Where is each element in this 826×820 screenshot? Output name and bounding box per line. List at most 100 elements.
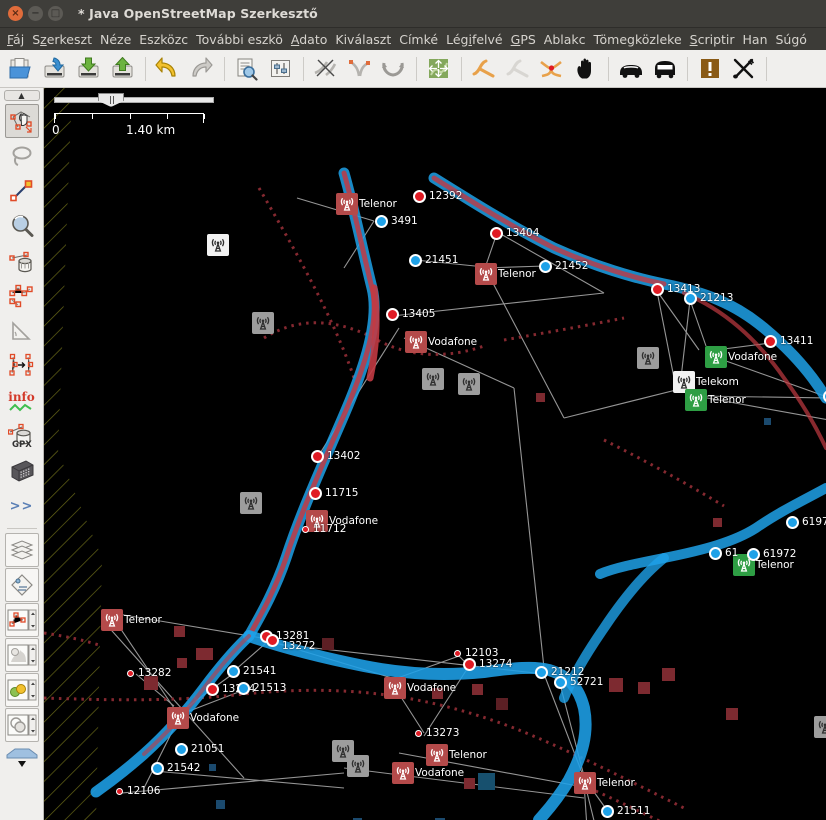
join-node-icon[interactable] xyxy=(535,53,569,85)
select-tool-button[interactable] xyxy=(5,104,39,138)
map-node[interactable] xyxy=(206,683,219,696)
save-icon[interactable] xyxy=(72,53,106,85)
draw-node-tool-button[interactable] xyxy=(5,174,39,208)
map-node[interactable] xyxy=(684,292,697,305)
map-node[interactable] xyxy=(554,676,567,689)
menu-item-l-gifelv-[interactable]: Légifelvé xyxy=(442,31,507,48)
minimize-window-button[interactable]: − xyxy=(28,6,43,21)
map-node[interactable] xyxy=(535,666,548,679)
map-node[interactable] xyxy=(786,516,799,529)
building-tool-button[interactable] xyxy=(5,454,39,488)
delete-tool-button[interactable] xyxy=(5,244,39,278)
antenna-marker[interactable] xyxy=(240,492,262,514)
antenna-marker-telenor[interactable] xyxy=(101,609,123,631)
extrude-tool-button[interactable] xyxy=(5,314,39,348)
validator-warning-icon[interactable] xyxy=(693,53,727,85)
bus-icon[interactable] xyxy=(648,53,682,85)
filter-panel-button[interactable] xyxy=(5,708,39,742)
map-node[interactable] xyxy=(386,308,399,321)
close-window-button[interactable]: × xyxy=(8,6,23,21)
zoom-tool-button[interactable] xyxy=(5,209,39,243)
pan-hand-icon[interactable] xyxy=(569,53,603,85)
antenna-marker-vodafone[interactable] xyxy=(392,762,414,784)
map-zoom-slider[interactable] xyxy=(54,93,214,107)
antenna-marker[interactable] xyxy=(637,347,659,369)
gpx-delete-tool-button[interactable]: GPX xyxy=(5,419,39,453)
menu-item-t-megk-zleke[interactable]: Tömegközleke xyxy=(590,31,686,48)
download-data-icon[interactable] xyxy=(38,53,72,85)
zoom-slider-knob[interactable] xyxy=(98,93,124,107)
map-node[interactable] xyxy=(302,526,309,533)
antenna-marker-telenor[interactable] xyxy=(685,389,707,411)
search-document-icon[interactable] xyxy=(230,53,264,85)
antenna-marker[interactable] xyxy=(814,716,826,738)
menu-item-ablakc[interactable]: Ablakc xyxy=(540,31,590,48)
menu-item-s-g-[interactable]: Súgó xyxy=(772,31,811,48)
menu-item-c-mk-[interactable]: Címké xyxy=(395,31,442,48)
menu-item-adato[interactable]: Adato xyxy=(287,31,332,48)
menu-item-tov-bbi-eszk-[interactable]: További eszkö xyxy=(192,31,287,48)
upload-icon[interactable] xyxy=(106,53,140,85)
antenna-marker-vodafone[interactable] xyxy=(405,331,427,353)
menu-item-gps[interactable]: GPS xyxy=(507,31,540,48)
map-node[interactable] xyxy=(490,227,503,240)
map-node[interactable] xyxy=(151,762,164,775)
antenna-marker[interactable] xyxy=(207,234,229,256)
imagery-icon[interactable] xyxy=(422,53,456,85)
antenna-marker-vodafone[interactable] xyxy=(705,346,727,368)
info-tool-button[interactable]: info xyxy=(5,384,39,418)
antenna-marker-telenor[interactable] xyxy=(426,744,448,766)
preferences-icon[interactable] xyxy=(264,53,298,85)
map-node[interactable] xyxy=(454,650,461,657)
map-node[interactable] xyxy=(764,335,777,348)
combine-way-icon[interactable] xyxy=(343,53,377,85)
unglue-icon[interactable] xyxy=(501,53,535,85)
map-node[interactable] xyxy=(601,805,614,818)
map-node[interactable] xyxy=(539,260,552,273)
improve-geometry-tool-button[interactable] xyxy=(5,349,39,383)
antenna-marker-vodafone[interactable] xyxy=(167,707,189,729)
map-canvas[interactable]: 0 1.40 km TelenorTelenorVodafoneVodafone… xyxy=(44,88,826,820)
scroll-up-button[interactable]: ▲ xyxy=(4,90,40,101)
selection-panel-button[interactable] xyxy=(5,603,39,637)
reverse-way-icon[interactable] xyxy=(377,53,411,85)
antenna-marker[interactable] xyxy=(252,312,274,334)
map-node[interactable] xyxy=(116,788,123,795)
car-icon[interactable] xyxy=(614,53,648,85)
menu-item-scriptir[interactable]: Scriptir xyxy=(686,31,739,48)
map-node[interactable] xyxy=(651,283,664,296)
map-node[interactable] xyxy=(375,215,388,228)
menu-item-f-j[interactable]: Fáj xyxy=(3,31,28,48)
antenna-marker-vodafone[interactable] xyxy=(384,677,406,699)
antenna-marker-telenor[interactable] xyxy=(475,263,497,285)
antenna-marker[interactable] xyxy=(422,368,444,390)
antenna-marker[interactable] xyxy=(458,373,480,395)
utensils-icon[interactable] xyxy=(727,53,761,85)
zoom-slider-track[interactable] xyxy=(54,97,214,103)
map-node[interactable] xyxy=(709,547,722,560)
map-node[interactable] xyxy=(237,682,250,695)
menu-item-kiv-laszt[interactable]: Kiválaszt xyxy=(331,31,395,48)
menu-item-szerkeszt[interactable]: Szerkeszt xyxy=(28,31,96,48)
map-node[interactable] xyxy=(175,743,188,756)
menu-item-han[interactable]: Han xyxy=(739,31,772,48)
undo-icon[interactable] xyxy=(151,53,185,85)
antenna-marker[interactable] xyxy=(347,755,369,777)
map-node[interactable] xyxy=(266,634,279,647)
open-file-icon[interactable] xyxy=(4,53,38,85)
validation-panel-button[interactable] xyxy=(5,673,39,707)
scroll-down-button[interactable] xyxy=(5,745,39,771)
map-node[interactable] xyxy=(127,670,134,677)
antenna-marker-vodafone[interactable] xyxy=(306,510,328,532)
parallel-tool-button[interactable] xyxy=(5,279,39,313)
layers-panel-button[interactable] xyxy=(5,533,39,567)
map-node[interactable] xyxy=(747,548,760,561)
simplify-way-icon[interactable] xyxy=(467,53,501,85)
map-node[interactable] xyxy=(463,658,476,671)
relations-panel-button[interactable] xyxy=(5,638,39,672)
maximize-window-button[interactable]: □ xyxy=(48,6,63,21)
map-node[interactable] xyxy=(413,190,426,203)
map-node[interactable] xyxy=(227,665,240,678)
split-way-icon[interactable] xyxy=(309,53,343,85)
map-node[interactable] xyxy=(409,254,422,267)
